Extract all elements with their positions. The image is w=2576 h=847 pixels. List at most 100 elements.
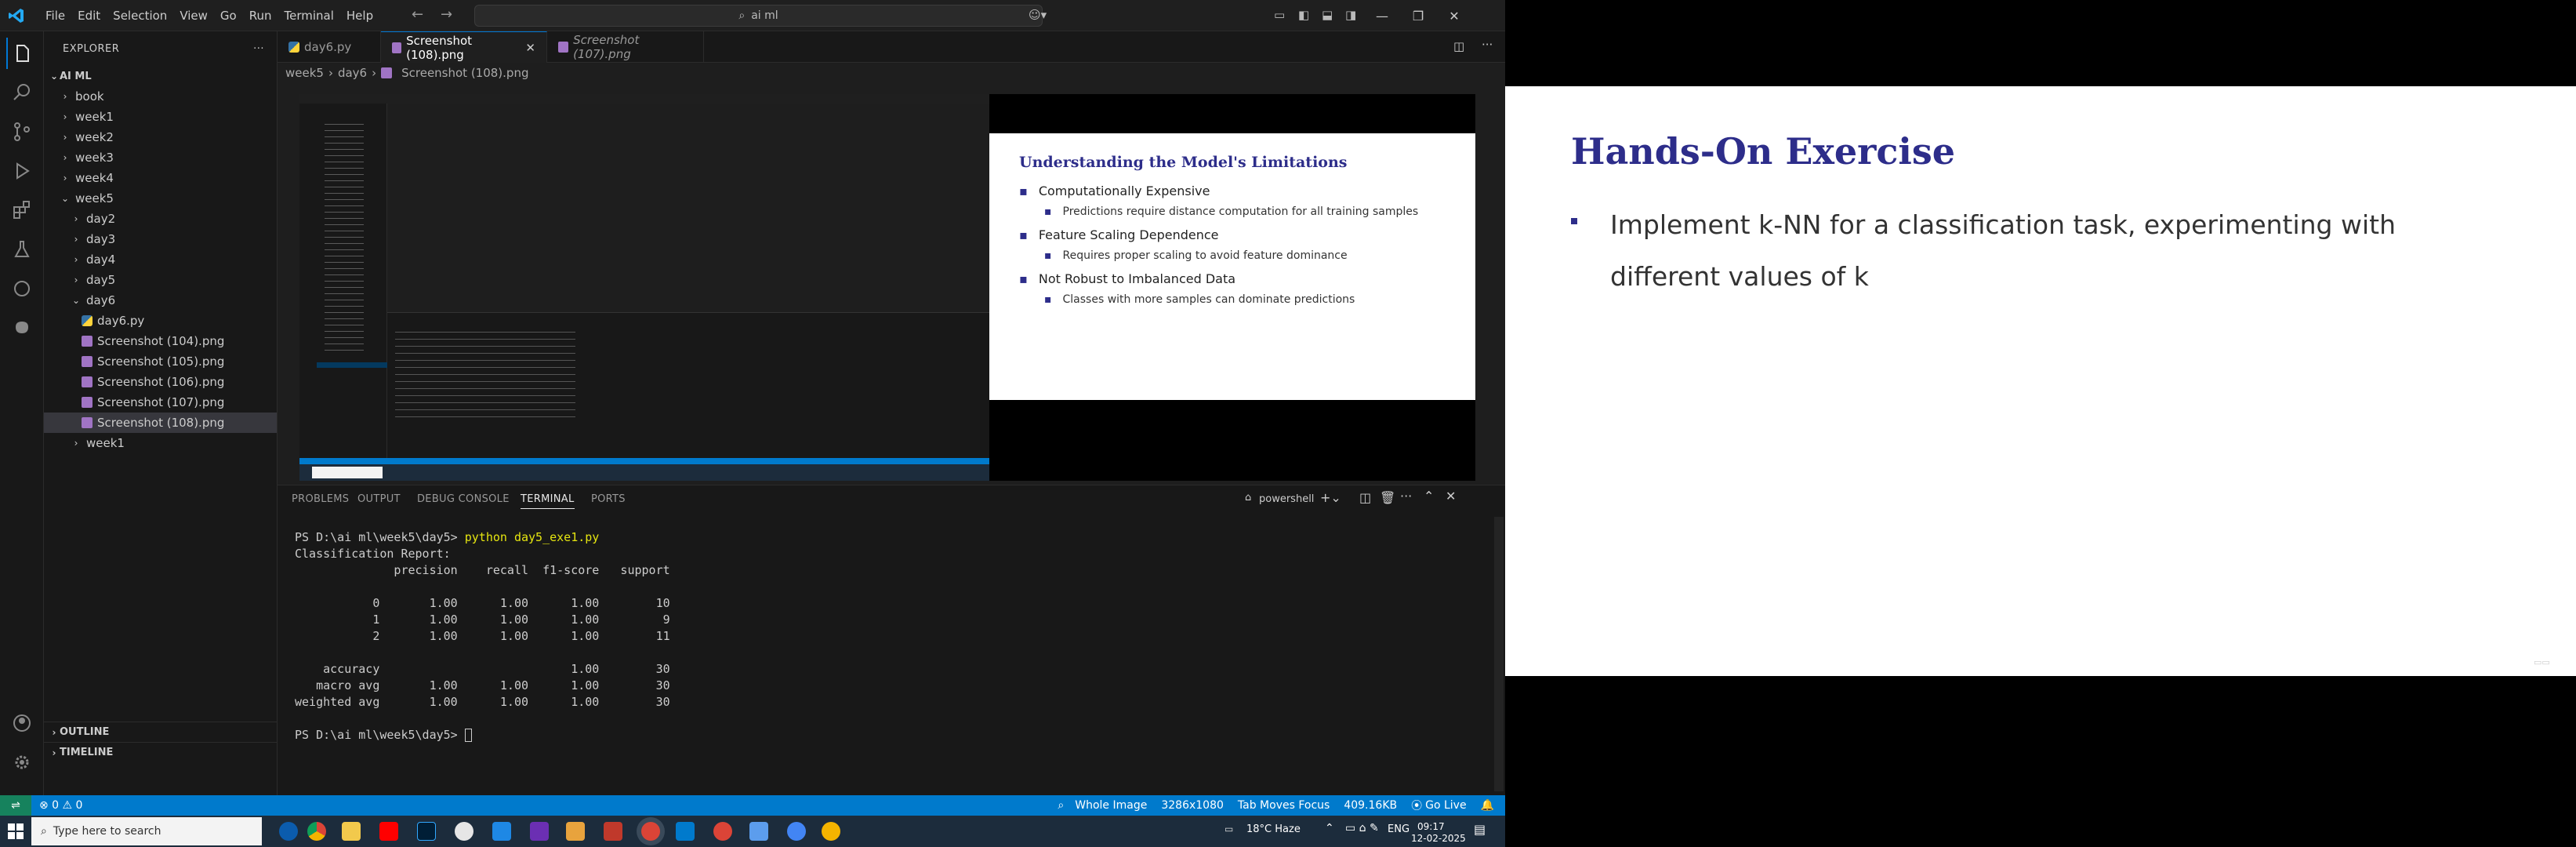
toggle-panel-icon[interactable]: ⬓: [1322, 8, 1333, 22]
photoshop-icon[interactable]: [417, 822, 436, 841]
close-tab-icon[interactable]: ✕: [525, 41, 535, 55]
tree-item[interactable]: › week1: [44, 433, 277, 453]
new-terminal-icon[interactable]: +⌄: [1320, 490, 1341, 505]
zoom-icon[interactable]: ⌕: [1058, 799, 1064, 812]
tray-chevron-icon[interactable]: ⌃: [1325, 822, 1334, 834]
terminal-scrollbar[interactable]: [1494, 517, 1504, 791]
tab-ports[interactable]: PORTS: [591, 493, 626, 505]
go-live-button[interactable]: Go Live: [1425, 799, 1466, 812]
tree-item[interactable]: Screenshot (105).png: [44, 351, 277, 372]
breadcrumb-week5[interactable]: week5: [285, 66, 324, 80]
remote-icon[interactable]: ⇌: [0, 795, 31, 816]
python-icon[interactable]: [6, 312, 38, 344]
copilot-chat-icon[interactable]: [6, 273, 38, 304]
layout-panel-icon[interactable]: ▭: [1274, 8, 1285, 22]
chrome-icon[interactable]: [713, 822, 732, 841]
chrome-icon[interactable]: [822, 822, 840, 841]
back-arrow-icon[interactable]: ←: [412, 6, 423, 23]
outline-section[interactable]: › OUTLINE: [44, 722, 277, 742]
tree-item[interactable]: ⌄ day6: [44, 290, 277, 311]
tree-item[interactable]: day6.py: [44, 311, 277, 331]
menu-run[interactable]: Run: [243, 0, 278, 31]
vscode-taskbar-icon[interactable]: [676, 822, 695, 841]
run-debug-icon[interactable]: [6, 155, 38, 187]
language-indicator[interactable]: ENG: [1388, 823, 1410, 835]
app-icon[interactable]: [566, 822, 585, 841]
clock-time[interactable]: 09:17: [1417, 821, 1445, 832]
tab-output[interactable]: OUTPUT: [357, 493, 401, 505]
kill-terminal-icon[interactable]: 🗑: [1380, 490, 1395, 505]
split-editor-icon[interactable]: ◫: [1453, 39, 1464, 53]
tab-screenshot-107[interactable]: Screenshot (107).png: [547, 31, 704, 63]
problems-count[interactable]: ⊗ 0 ⚠ 0: [39, 799, 82, 812]
tree-item[interactable]: › day3: [44, 229, 277, 249]
restore-button[interactable]: ❐: [1400, 0, 1436, 31]
menu-view[interactable]: View: [173, 0, 214, 31]
status-whole-image[interactable]: Whole Image: [1075, 799, 1147, 812]
split-terminal-icon[interactable]: ◫: [1359, 490, 1371, 505]
close-button[interactable]: ✕: [1436, 0, 1472, 31]
tree-item[interactable]: › week3: [44, 147, 277, 168]
status-tab-focus[interactable]: Tab Moves Focus: [1238, 799, 1330, 812]
tree-item[interactable]: › day2: [44, 209, 277, 229]
workspace-root[interactable]: ⌄ AI ML: [44, 66, 277, 86]
menu-edit[interactable]: Edit: [71, 0, 107, 31]
more-actions-icon[interactable]: ···: [1482, 38, 1493, 52]
chrome-icon[interactable]: [307, 822, 326, 841]
forward-arrow-icon[interactable]: →: [441, 6, 452, 23]
maximize-panel-icon[interactable]: ⌃: [1424, 489, 1434, 503]
windows-start-icon[interactable]: [8, 823, 24, 839]
app-icon[interactable]: [604, 822, 622, 841]
tab-day6-py[interactable]: day6.py: [278, 31, 381, 63]
youtube-icon[interactable]: [379, 822, 398, 841]
tree-item[interactable]: › week4: [44, 168, 277, 188]
terminal-shell-label[interactable]: powershell: [1259, 493, 1314, 505]
breadcrumb-day6[interactable]: day6: [338, 66, 367, 80]
accounts-icon[interactable]: [6, 707, 38, 739]
command-center[interactable]: ⌕ ai ml: [474, 5, 1043, 27]
menu-help[interactable]: Help: [340, 0, 379, 31]
tab-debug-console[interactable]: DEBUG CONSOLE: [417, 493, 510, 505]
app-icon[interactable]: [492, 822, 511, 841]
manage-gear-icon[interactable]: [6, 747, 38, 778]
breadcrumb-file[interactable]: Screenshot (108).png: [401, 66, 528, 80]
tab-terminal[interactable]: TERMINAL: [521, 493, 575, 509]
tree-item[interactable]: › day4: [44, 249, 277, 270]
tree-item[interactable]: Screenshot (107).png: [44, 392, 277, 413]
tree-item[interactable]: › day5: [44, 270, 277, 290]
tree-item[interactable]: › week1: [44, 107, 277, 127]
weather-icon[interactable]: ▭: [1225, 823, 1233, 834]
search-view-icon[interactable]: [6, 77, 38, 108]
minimize-button[interactable]: —: [1364, 0, 1400, 31]
taskbar-search[interactable]: ⌕ Type here to search: [31, 817, 262, 845]
app-icon[interactable]: [749, 822, 768, 841]
menu-terminal[interactable]: Terminal: [278, 0, 340, 31]
timeline-section[interactable]: › TIMELINE: [44, 742, 277, 762]
tab-screenshot-108[interactable]: Screenshot (108).png ✕: [381, 31, 547, 63]
toggle-sidebar-icon[interactable]: ◧: [1298, 8, 1309, 22]
testing-icon[interactable]: [6, 234, 38, 265]
menu-go[interactable]: Go: [214, 0, 243, 31]
more-actions-icon[interactable]: ···: [253, 43, 264, 55]
clock-date[interactable]: 12-02-2025: [1411, 833, 1466, 844]
chatgpt-icon[interactable]: [455, 822, 473, 841]
explorer-icon[interactable]: [6, 38, 38, 69]
tree-item[interactable]: Screenshot (106).png: [44, 372, 277, 392]
tree-item[interactable]: ⌄ week5: [44, 188, 277, 209]
notifications-bell-icon[interactable]: 🔔: [1481, 799, 1494, 812]
edge-browser-icon[interactable]: [279, 822, 298, 841]
visual-studio-icon[interactable]: [530, 822, 549, 841]
menu-file[interactable]: File: [39, 0, 71, 31]
extensions-icon[interactable]: [6, 194, 38, 226]
weather-text[interactable]: 18°C Haze: [1246, 823, 1301, 835]
tree-item[interactable]: Screenshot (104).png: [44, 331, 277, 351]
close-panel-icon[interactable]: ✕: [1446, 489, 1456, 503]
tree-item[interactable]: › book: [44, 86, 277, 107]
tree-item[interactable]: Screenshot (108).png: [44, 413, 277, 433]
source-control-icon[interactable]: [6, 116, 38, 147]
menu-selection[interactable]: Selection: [107, 0, 173, 31]
tray-icons[interactable]: ▭ ⌂ ✎: [1345, 822, 1379, 834]
more-actions-icon[interactable]: ···: [1400, 489, 1412, 503]
chrome-active-icon[interactable]: [641, 822, 660, 841]
copilot-icon[interactable]: ☺▾: [1029, 8, 1047, 22]
